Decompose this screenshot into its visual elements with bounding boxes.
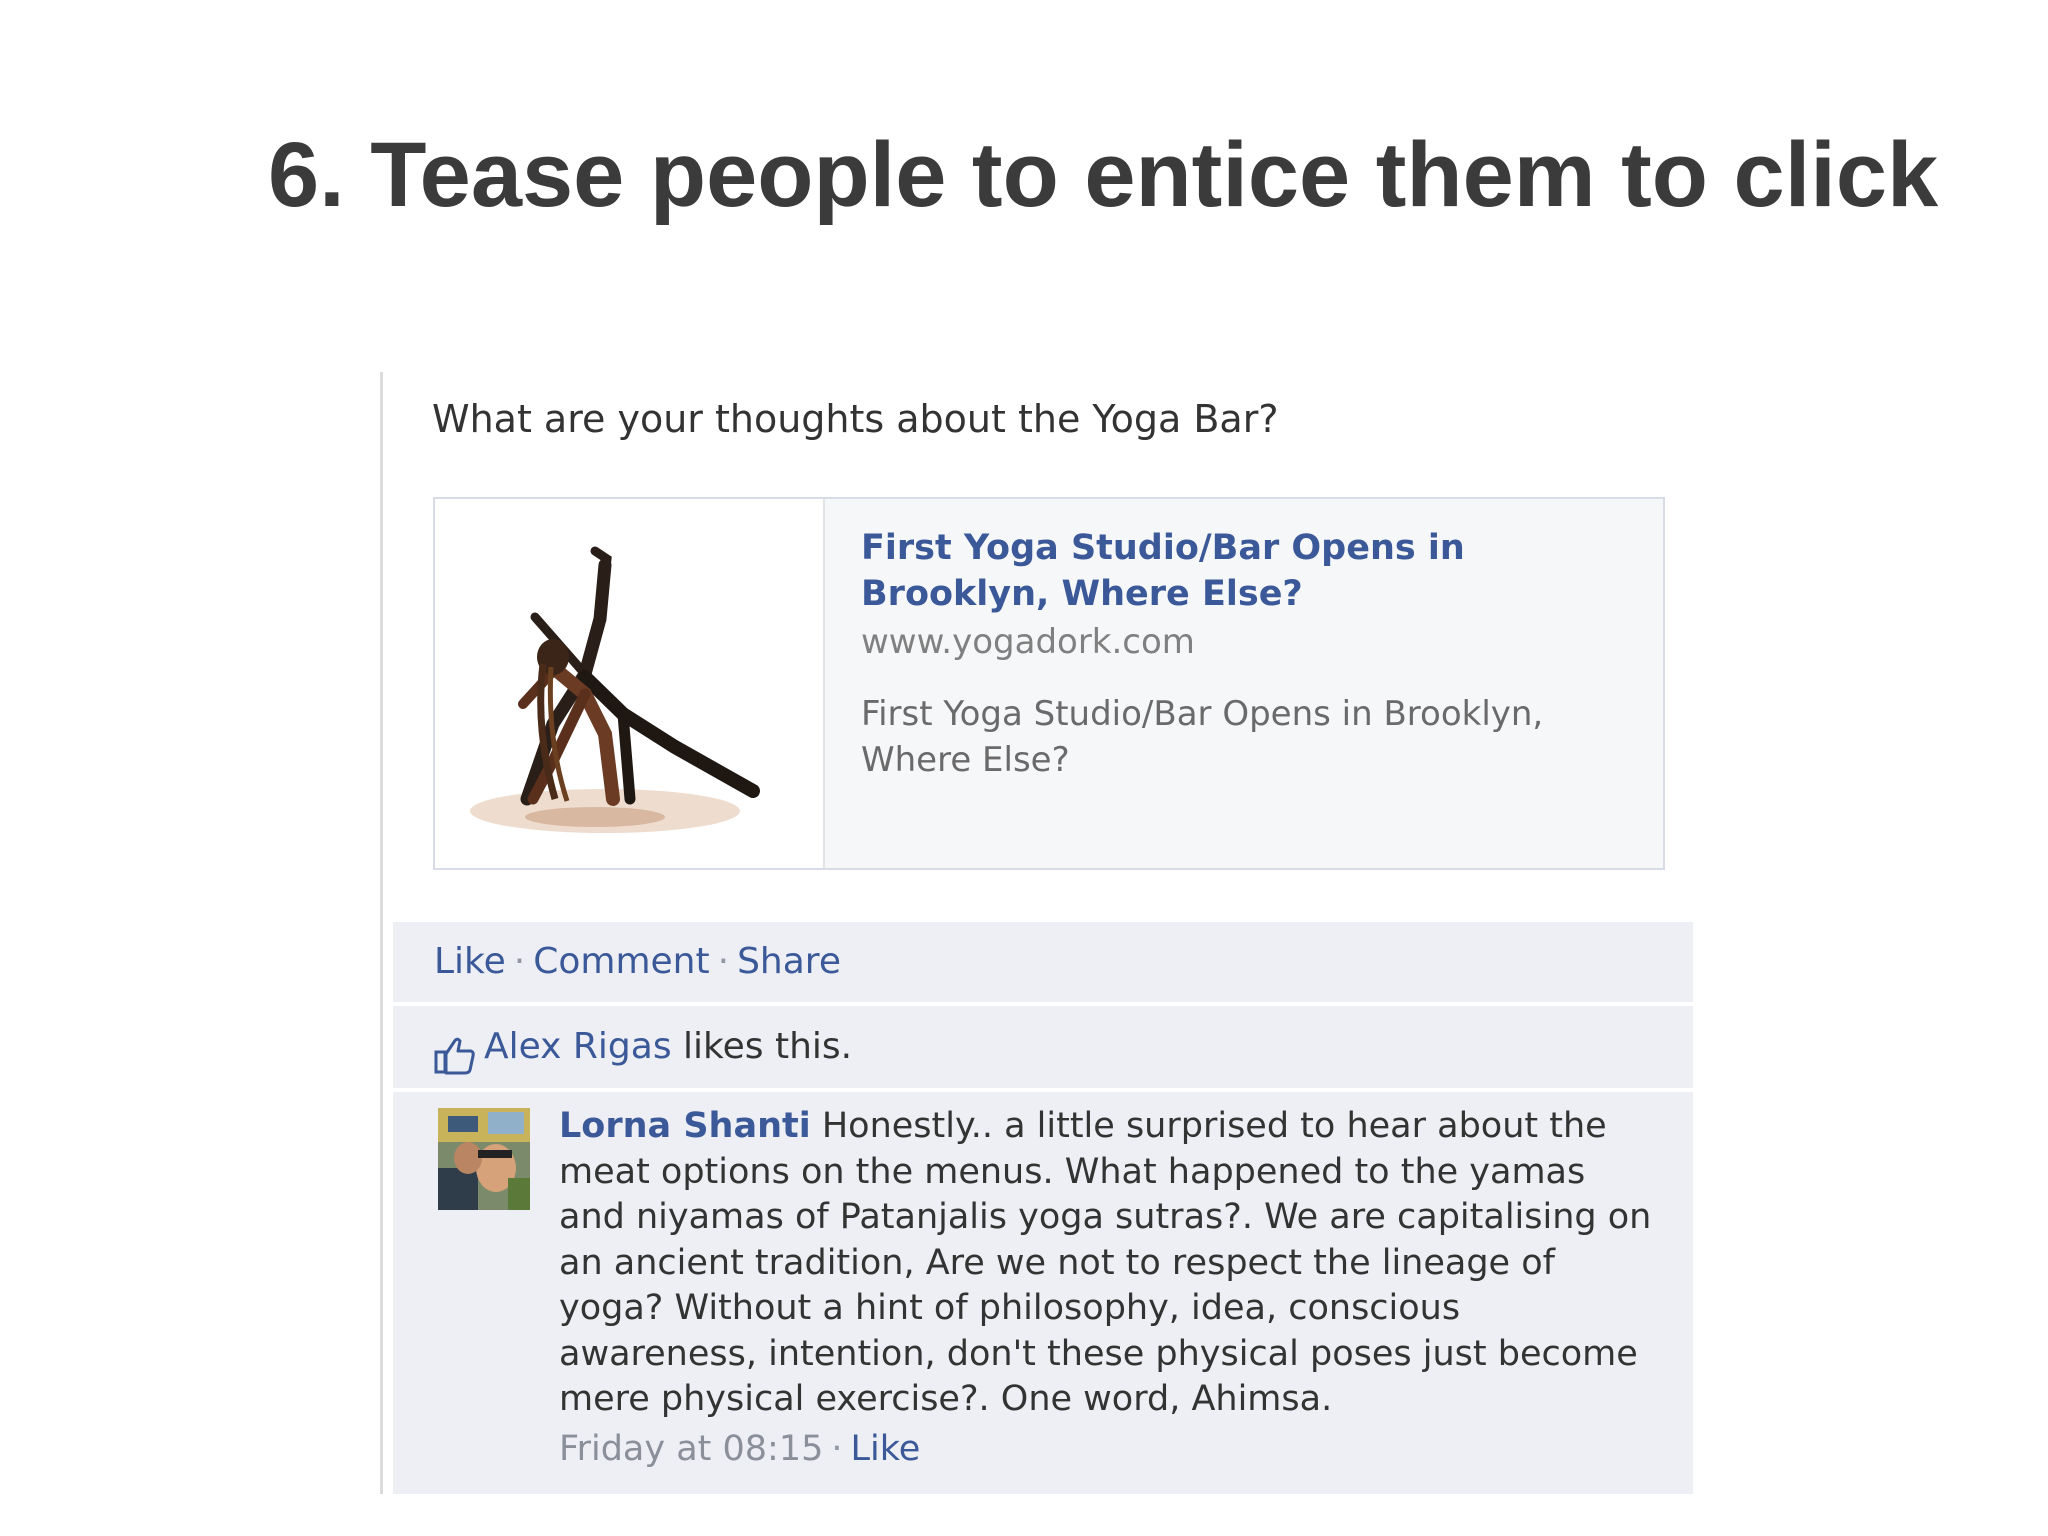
- post-message: What are your thoughts about the Yoga Ba…: [432, 397, 1279, 441]
- attachment-description: First Yoga Studio/Bar Opens in Brooklyn,…: [861, 694, 1544, 780]
- like-link[interactable]: Like: [434, 941, 506, 982]
- comment-text: Honestly.. a little surprised to hear ab…: [559, 1106, 1652, 1419]
- comment-body: Lorna Shanti Honestly.. a little surpris…: [559, 1104, 1659, 1472]
- facebook-post: What are your thoughts about the Yoga Ba…: [380, 372, 1693, 1494]
- liker-name-link[interactable]: Alex Rigas: [484, 1026, 672, 1067]
- likes-suffix: likes this.: [683, 1026, 853, 1067]
- link-attachment[interactable]: First Yoga Studio/Bar Opens in Brooklyn,…: [433, 497, 1665, 870]
- likes-summary: Alex Rigas likes this.: [393, 1006, 1693, 1091]
- separator: ·: [717, 941, 730, 982]
- avatar[interactable]: [438, 1108, 530, 1210]
- comment-link[interactable]: Comment: [533, 941, 709, 982]
- comment: Lorna Shanti Honestly.. a little surpris…: [393, 1092, 1693, 1494]
- comment-timestamp[interactable]: Friday at 08:15: [559, 1429, 823, 1469]
- separator: ·: [831, 1428, 843, 1469]
- comment-meta: Friday at 08:15 · Like: [559, 1427, 1659, 1473]
- slide-title: 6. Tease people to entice them to click: [268, 124, 1939, 226]
- comment-like-link[interactable]: Like: [851, 1429, 921, 1469]
- attachment-info: First Yoga Studio/Bar Opens in Brooklyn,…: [861, 525, 1641, 783]
- post-actions-bar: Like · Comment · Share: [393, 922, 1693, 1005]
- yoga-pose-image: [435, 499, 823, 868]
- attachment-title[interactable]: First Yoga Studio/Bar Opens in Brooklyn,…: [861, 525, 1641, 617]
- comment-author-link[interactable]: Lorna Shanti: [559, 1106, 811, 1146]
- thumbs-up-icon: [434, 1024, 476, 1075]
- attachment-domain: www.yogadork.com: [861, 622, 1195, 662]
- attachment-thumbnail[interactable]: [435, 499, 825, 868]
- separator: ·: [513, 941, 526, 982]
- share-link[interactable]: Share: [737, 941, 841, 982]
